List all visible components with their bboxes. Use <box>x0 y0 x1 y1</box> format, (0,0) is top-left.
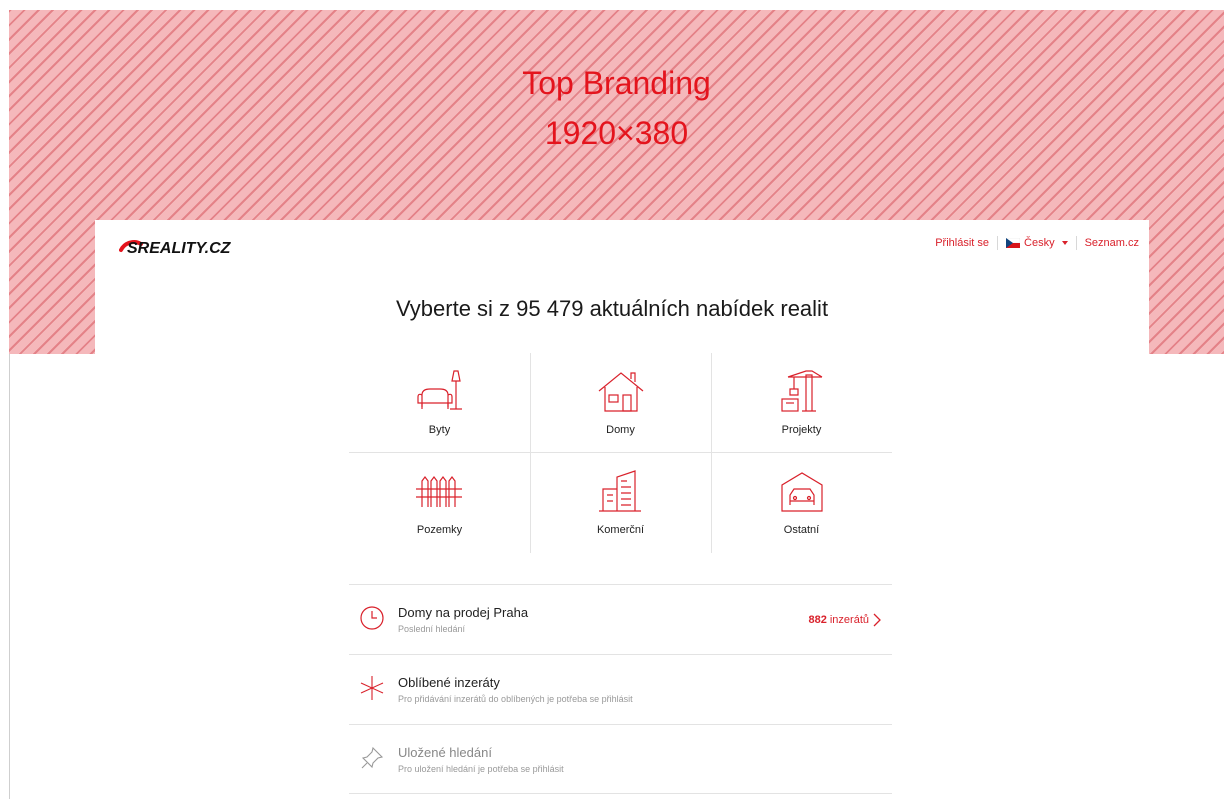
saved-searches-row[interactable]: Uložené hledání Pro uložení hledání je p… <box>349 724 892 794</box>
sreality-logo[interactable]: SREALITY.CZ <box>119 236 259 258</box>
chevron-down-icon <box>1061 241 1068 245</box>
czech-flag-icon <box>1006 238 1021 248</box>
page-title: Vyberte si z 95 479 aktuálních nabídek r… <box>395 296 829 321</box>
row-title: Oblíbené inzeráty <box>398 675 500 690</box>
user-shortcuts: Domy na prodej Praha Poslední hledání 88… <box>349 584 892 794</box>
category-domy[interactable]: Domy <box>530 353 711 453</box>
row-subtitle: Pro přidávání inzerátů do oblíbených je … <box>398 694 633 704</box>
recent-search-row[interactable]: Domy na prodej Praha Poslední hledání 88… <box>349 584 892 654</box>
category-label: Komerční <box>596 524 645 536</box>
row-title: Domy na prodej Praha <box>398 605 529 620</box>
buildings-icon <box>598 470 641 512</box>
pin-icon <box>361 746 384 769</box>
count-number: 882 <box>808 614 827 626</box>
logo-text: SREALITY.CZ <box>127 240 232 257</box>
row-title: Uložené hledání <box>398 745 492 760</box>
branding-title: Top Branding <box>522 65 711 101</box>
category-label: Byty <box>428 424 451 436</box>
row-subtitle: Pro uložení hledání je potřeba se přihlá… <box>398 764 564 774</box>
category-label: Projekty <box>781 424 822 436</box>
header-separator <box>997 236 999 250</box>
site-header: SREALITY.CZ Přihlásit se Česky Seznam.cz <box>95 220 1149 354</box>
category-projekty[interactable]: Projekty <box>711 353 892 453</box>
garage-car-icon <box>780 472 823 512</box>
listing-count[interactable]: 882 inzerátů <box>809 613 883 627</box>
header-links: Přihlásit se Česky Seznam.cz <box>935 236 1139 250</box>
fence-icon <box>415 476 462 507</box>
page-left-border <box>9 354 10 799</box>
clock-icon <box>360 606 384 630</box>
seznam-link[interactable]: Seznam.cz <box>1085 237 1139 249</box>
count-label: inzerátů <box>829 614 869 626</box>
armchair-lamp-icon <box>416 370 462 410</box>
chevron-right-icon <box>873 613 881 627</box>
category-label: Domy <box>606 424 635 436</box>
row-subtitle: Poslední hledání <box>398 624 466 634</box>
language-select[interactable]: Česky <box>1006 237 1068 249</box>
crane-icon <box>780 370 822 412</box>
house-icon <box>598 372 643 412</box>
login-link[interactable]: Přihlásit se <box>935 237 989 249</box>
category-byty[interactable]: Byty <box>349 353 530 453</box>
category-komercni[interactable]: Komerční <box>530 453 711 553</box>
star-icon <box>360 676 384 700</box>
category-label: Pozemky <box>416 524 463 536</box>
language-label: Česky <box>1024 237 1055 249</box>
category-label: Ostatní <box>783 524 820 536</box>
header-separator <box>1075 236 1077 250</box>
branding-size: 1920×380 <box>544 115 689 151</box>
category-ostatni[interactable]: Ostatní <box>711 453 892 553</box>
favorites-row[interactable]: Oblíbené inzeráty Pro přidávání inzerátů… <box>349 654 892 724</box>
category-pozemky[interactable]: Pozemky <box>349 453 530 553</box>
category-grid: Byty Domy Projekty Pozemky Komerční Osta… <box>349 353 892 553</box>
